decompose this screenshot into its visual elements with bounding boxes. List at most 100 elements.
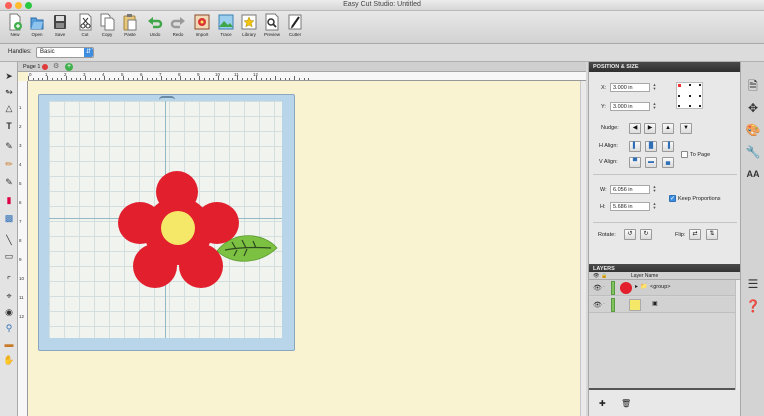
- y-stepper[interactable]: ▲ ▼: [652, 102, 657, 111]
- align-right-button[interactable]: ▐: [662, 141, 674, 152]
- align-middle-v-button[interactable]: ▬: [645, 157, 657, 168]
- text-tool[interactable]: T: [3, 120, 15, 132]
- ref-point[interactable]: [678, 84, 681, 87]
- layers-list[interactable]: 👁 · ▸ 📁 <group> 👁 · ▣: [589, 280, 735, 388]
- flower-artwork[interactable]: [49, 101, 282, 338]
- open-button[interactable]: Open: [27, 13, 47, 43]
- position-size-header[interactable]: POSITION & SIZE: [589, 62, 741, 72]
- pen-tool[interactable]: ✎: [3, 140, 15, 152]
- align-center-h-button[interactable]: █: [645, 141, 657, 152]
- layer-color-swatch[interactable]: [611, 298, 615, 312]
- cutter-button[interactable]: Cutter: [285, 13, 305, 43]
- select-arrow-tool[interactable]: ➤: [3, 70, 15, 82]
- ref-point[interactable]: [699, 95, 701, 97]
- flower-center[interactable]: [161, 211, 195, 245]
- knife-tool[interactable]: ╲: [3, 234, 15, 246]
- to-page-checkbox[interactable]: [681, 151, 688, 158]
- layer-lock-toggle[interactable]: ·: [603, 301, 605, 307]
- layer-color-swatch[interactable]: [611, 281, 615, 295]
- fill-tool[interactable]: ▩: [3, 212, 15, 224]
- height-field[interactable]: 5.686 in: [610, 202, 650, 211]
- x-field[interactable]: 3.000 in: [610, 83, 650, 92]
- layer-row[interactable]: 👁 · ▣: [589, 297, 735, 313]
- cut-button[interactable]: Cut: [75, 13, 95, 43]
- new-button[interactable]: New: [5, 13, 25, 43]
- tool-palette: ➤ ↬ △ T ✎ ✏ ✎ ▮ ▩ ╲ ▭ ⌜ ⌖ ◉ ⚲ ▬ ✋: [0, 62, 18, 416]
- width-stepper[interactable]: ▲ ▼: [652, 185, 657, 194]
- shape-tool[interactable]: △: [3, 102, 15, 114]
- layer-row[interactable]: 👁 · ▸ 📁 <group>: [589, 280, 735, 296]
- height-stepper[interactable]: ▲ ▼: [652, 202, 657, 211]
- ruler-tick: [142, 76, 143, 80]
- wrench-icon[interactable]: 🔧: [745, 144, 761, 160]
- reference-point-selector[interactable]: [676, 82, 703, 109]
- flip-horizontal-button[interactable]: ⇄: [689, 229, 701, 240]
- width-field[interactable]: 6.056 in: [610, 185, 650, 194]
- layer-lock-toggle[interactable]: ·: [603, 284, 605, 290]
- zoom-tool[interactable]: ⚲: [3, 322, 15, 334]
- eraser-tool[interactable]: ▮: [3, 194, 15, 206]
- palette-icon[interactable]: 🎨: [745, 122, 761, 138]
- pencil-tool[interactable]: ✏: [3, 158, 15, 170]
- document-icon[interactable]: 🗎: [745, 78, 761, 94]
- expand-chevron-icon[interactable]: ▸: [635, 283, 638, 290]
- flip-vertical-button[interactable]: ⇅: [706, 229, 718, 240]
- rectangle-tool[interactable]: ▭: [3, 250, 15, 262]
- weld-tool[interactable]: ◉: [3, 306, 15, 318]
- eyedropper-tool[interactable]: ⌜: [3, 274, 15, 286]
- add-page-icon[interactable]: +: [65, 63, 73, 71]
- help-icon[interactable]: ❓: [745, 298, 761, 314]
- eye-icon[interactable]: 👁: [593, 284, 602, 292]
- canvas-vertical-scrollbar[interactable]: [580, 81, 586, 416]
- undo-button[interactable]: Undo: [145, 13, 165, 43]
- ref-point[interactable]: [699, 105, 701, 107]
- canvas-area[interactable]: Page 1 ⚙ + 0 1 2 3 4 5 6 7 8 9 10 11 12 …: [18, 62, 586, 416]
- ruler-tick: [170, 78, 172, 80]
- ruler-tick: [189, 78, 191, 80]
- mat-grid[interactable]: [49, 101, 282, 338]
- pan-hand-tool[interactable]: ✋: [3, 354, 15, 366]
- ref-point[interactable]: [689, 105, 691, 107]
- nudge-right-button[interactable]: ▶: [644, 123, 656, 134]
- ref-point[interactable]: [699, 84, 701, 86]
- close-tab-icon[interactable]: [42, 64, 48, 70]
- save-button[interactable]: Save: [50, 13, 70, 43]
- align-bottom-button[interactable]: ▄: [662, 157, 674, 168]
- y-field[interactable]: 3.000 in: [610, 102, 650, 111]
- trash-icon[interactable]: 🗑: [621, 399, 631, 408]
- library-button[interactable]: Library: [239, 13, 259, 43]
- copy-button[interactable]: Copy: [97, 13, 117, 43]
- gear-icon[interactable]: ⚙: [53, 63, 59, 71]
- add-layer-icon[interactable]: ✚: [599, 399, 606, 408]
- align-left-button[interactable]: ▌: [629, 141, 641, 152]
- preview-button[interactable]: Preview: [262, 13, 282, 43]
- rotate-left-button[interactable]: ↺: [624, 229, 636, 240]
- rotate-right-button[interactable]: ↻: [640, 229, 652, 240]
- eye-icon[interactable]: 👁: [593, 301, 602, 309]
- handles-dropdown[interactable]: Basic ⇵: [36, 47, 94, 58]
- flower-group[interactable]: [118, 171, 278, 288]
- align-top-button[interactable]: ▀: [629, 157, 641, 168]
- layers-stack-icon[interactable]: ☰: [745, 276, 761, 292]
- crop-tool[interactable]: ⌖: [3, 290, 15, 302]
- x-stepper[interactable]: ▲ ▼: [652, 83, 657, 92]
- ref-point[interactable]: [689, 84, 691, 86]
- measure-tool[interactable]: ▬: [3, 338, 15, 350]
- cutting-mat[interactable]: [38, 94, 295, 351]
- node-edit-tool[interactable]: ↬: [3, 86, 15, 98]
- nudge-down-button[interactable]: ▼: [680, 123, 692, 134]
- nudge-left-button[interactable]: ◀: [629, 123, 641, 134]
- keep-proportions-checkbox[interactable]: ✓: [669, 195, 676, 202]
- ref-point[interactable]: [678, 105, 680, 107]
- paste-button[interactable]: Paste: [120, 13, 140, 43]
- redo-button[interactable]: Redo: [168, 13, 188, 43]
- ref-point[interactable]: [678, 95, 680, 97]
- move-arrows-icon[interactable]: ✥: [745, 100, 761, 116]
- nudge-up-button[interactable]: ▲: [662, 123, 674, 134]
- brush-tool[interactable]: ✎: [3, 176, 15, 188]
- trace-button[interactable]: Trace: [216, 13, 236, 43]
- page-tab[interactable]: Page 1: [20, 63, 43, 72]
- import-button[interactable]: Import: [192, 13, 212, 43]
- text-style-icon[interactable]: AA: [745, 166, 761, 182]
- ref-point[interactable]: [689, 95, 691, 97]
